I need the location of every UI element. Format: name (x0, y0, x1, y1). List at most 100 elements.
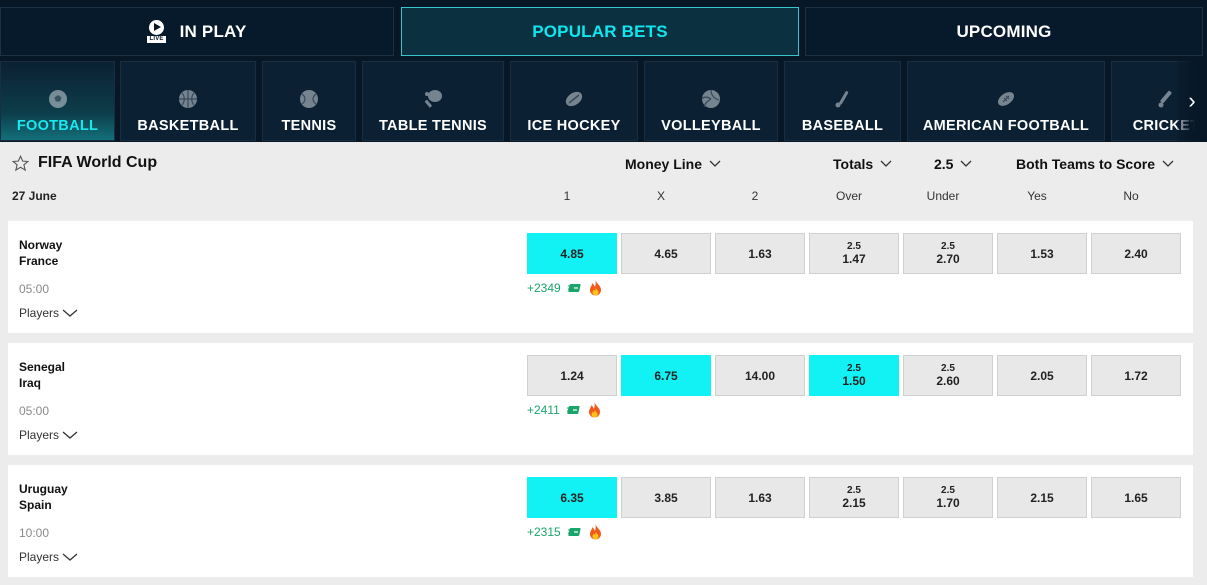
money-line-label: Money Line (625, 156, 703, 172)
sport-baseball[interactable]: BASEBALL (784, 61, 901, 141)
odds-price: 1.50 (842, 374, 866, 388)
chevron-down-icon (1162, 160, 1174, 167)
odds-price: 2.40 (1124, 246, 1148, 261)
players-label: Players (19, 428, 60, 442)
players-toggle[interactable]: Players (19, 306, 78, 320)
odds-price: 1.63 (748, 246, 772, 261)
odds-button[interactable]: 2.5 1.47 (809, 233, 899, 274)
odds-price: 2.15 (1030, 490, 1054, 505)
away-team[interactable]: France (19, 254, 58, 268)
odds-button[interactable]: 2.05 (997, 355, 1087, 396)
events-panel: FIFA World Cup Money Line Totals 2.5 Bot… (0, 142, 1207, 585)
sport-baseball-label: BASEBALL (801, 118, 884, 134)
players-toggle[interactable]: Players (19, 550, 78, 564)
away-team[interactable]: Spain (19, 498, 52, 512)
odds-button[interactable]: 2.5 1.70 (903, 477, 993, 518)
sport-table-tennis[interactable]: TABLE TENNIS (362, 61, 504, 141)
tab-in-play[interactable]: LIVE IN PLAY (0, 7, 394, 56)
chevron-down-icon (880, 160, 892, 167)
odds-line: 2.5 (847, 241, 861, 252)
btts-label: Both Teams to Score (1016, 156, 1155, 172)
totals-line-label: 2.5 (934, 156, 954, 172)
chevron-right-icon[interactable]: › (1177, 60, 1207, 142)
odds-button[interactable]: 3.85 (621, 477, 711, 518)
competition-title: FIFA World Cup (38, 154, 158, 171)
odds-button[interactable]: 1.65 (1091, 477, 1181, 518)
totals-label: Totals (833, 156, 874, 172)
odds-button[interactable]: 2.15 (997, 477, 1087, 518)
tab-popular-bets[interactable]: POPULAR BETS (401, 7, 799, 56)
star-icon[interactable] (12, 154, 29, 172)
fire-icon (589, 280, 601, 296)
ticket-icon (566, 406, 580, 414)
sport-american-football-label: AMERICAN FOOTBALL (922, 118, 1090, 134)
tab-upcoming[interactable]: UPCOMING (805, 7, 1203, 56)
sport-ice-hockey[interactable]: ICE HOCKEY (510, 61, 638, 141)
odds-button[interactable]: 6.35 (527, 477, 617, 518)
sports-bar: FOOTBALL BASKETBALL TENNIS TABLE TENNIS … (0, 60, 1207, 142)
more-markets-count: +2349 (527, 281, 561, 295)
odds-button[interactable]: 14.00 (715, 355, 805, 396)
cricket-icon (1158, 90, 1172, 108)
odds-line: 2.5 (941, 363, 955, 374)
players-label: Players (19, 550, 60, 564)
players-toggle[interactable]: Players (19, 428, 78, 442)
odds-price: 4.65 (654, 246, 678, 261)
odds-price: 1.70 (936, 496, 960, 510)
odds-button[interactable]: 2.5 2.15 (809, 477, 899, 518)
event-time: 05:00 (19, 282, 50, 296)
event-time: 05:00 (19, 404, 50, 418)
tennis-icon (300, 90, 318, 108)
odds-button[interactable]: 2.5 2.70 (903, 233, 993, 274)
column-header: Yes (1027, 189, 1047, 203)
sport-football[interactable]: FOOTBALL (0, 61, 115, 141)
odds-button[interactable]: 4.65 (621, 233, 711, 274)
odds-button[interactable]: 1.24 (527, 355, 617, 396)
home-team[interactable]: Senegal (19, 360, 65, 374)
sport-basketball[interactable]: BASKETBALL (120, 61, 256, 141)
odds-button[interactable]: 4.85 (527, 233, 617, 274)
football-icon (48, 90, 67, 108)
odds-button[interactable]: 2.5 1.50 (809, 355, 899, 396)
event-date: 27 June (12, 189, 57, 203)
sport-volleyball[interactable]: VOLLEYBALL (644, 61, 778, 141)
sport-volleyball-label: VOLLEYBALL (661, 118, 761, 134)
sport-tennis[interactable]: TENNIS (262, 61, 356, 141)
home-team[interactable]: Uruguay (19, 482, 68, 496)
totals-line-selector[interactable]: 2.5 (934, 156, 972, 172)
more-markets-link[interactable]: +2349 (527, 280, 602, 296)
more-markets-link[interactable]: +2315 (527, 524, 602, 540)
ticket-icon (567, 528, 581, 536)
odds-button[interactable]: 1.63 (715, 477, 805, 518)
chevron-down-icon (709, 160, 721, 167)
totals-selector[interactable]: Totals (833, 156, 892, 172)
tab-in-play-label: IN PLAY (179, 21, 247, 41)
live-icon: LIVE (147, 20, 166, 43)
odds-button[interactable]: 1.53 (997, 233, 1087, 274)
chevron-down-icon (62, 553, 78, 561)
odds-button[interactable]: 1.72 (1091, 355, 1181, 396)
sport-ice-hockey-label: ICE HOCKEY (527, 118, 621, 134)
sport-american-football[interactable]: AMERICAN FOOTBALL (907, 61, 1105, 141)
odds-price: 4.85 (560, 246, 584, 261)
btts-selector[interactable]: Both Teams to Score (1016, 156, 1174, 172)
column-header: X (656, 189, 665, 203)
odds-price: 2.05 (1030, 368, 1054, 383)
more-markets-link[interactable]: +2411 (527, 402, 601, 418)
odds-button[interactable]: 2.40 (1091, 233, 1181, 274)
odds-button[interactable]: 2.5 2.60 (903, 355, 993, 396)
chevron-down-icon (62, 309, 78, 317)
away-team[interactable]: Iraq (19, 376, 41, 390)
competition-header: FIFA World Cup (12, 154, 157, 172)
odds-button[interactable]: 1.63 (715, 233, 805, 274)
odds-button[interactable]: 6.75 (621, 355, 711, 396)
american-football-icon (997, 92, 1015, 106)
more-markets-count: +2411 (527, 403, 560, 417)
fire-icon (588, 402, 600, 418)
odds-price: 3.85 (654, 490, 678, 505)
odds-price: 1.72 (1124, 368, 1148, 383)
home-team[interactable]: Norway (19, 238, 62, 252)
event-time: 10:00 (19, 526, 50, 540)
odds-line: 2.5 (941, 241, 955, 252)
money-line-selector[interactable]: Money Line (625, 156, 721, 172)
